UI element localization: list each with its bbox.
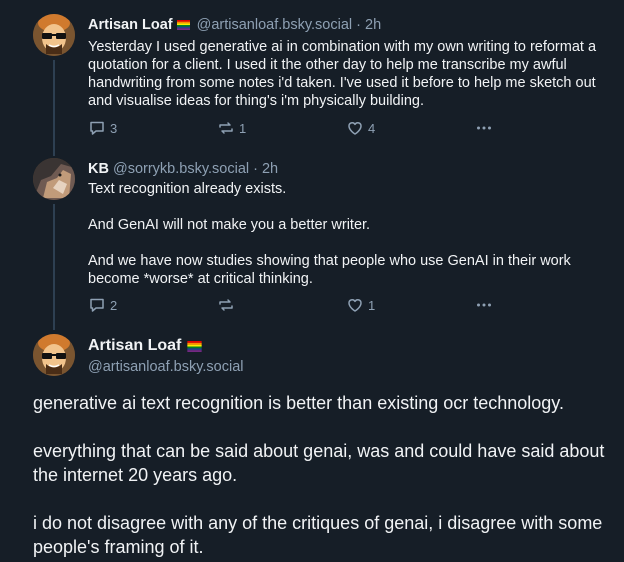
more-options-button[interactable]: [475, 119, 493, 137]
reply-button[interactable]: 2: [88, 296, 117, 314]
post-paragraph: i do not disagree with any of the critiq…: [33, 513, 603, 557]
post-header: Artisan Loaf @artisanloaf.bsky.social · …: [88, 16, 381, 34]
post-text: Text recognition already exists. And Gen…: [88, 180, 608, 288]
author-handle[interactable]: @artisanloaf.bsky.social: [88, 358, 244, 376]
author-name[interactable]: Artisan Loaf: [88, 17, 173, 33]
main-post-header: Artisan Loaf: [88, 336, 203, 356]
more-icon: [477, 126, 491, 130]
thread-line: [53, 60, 55, 156]
reply-count: 2: [110, 297, 118, 313]
like-icon: [348, 122, 362, 135]
repost-count: 1: [239, 120, 247, 136]
avatar[interactable]: [33, 14, 75, 56]
author-name[interactable]: KB: [88, 161, 109, 177]
post-paragraph: And we have now studies showing that peo…: [88, 253, 571, 287]
like-icon: [348, 299, 362, 312]
post-actions: 3 1 4: [88, 119, 608, 137]
more-icon: [477, 303, 491, 307]
reply-icon: [90, 298, 104, 312]
reply-icon: [90, 121, 104, 135]
post-time[interactable]: · 2h: [356, 17, 381, 33]
thread-line: [53, 204, 55, 330]
like-button[interactable]: 4: [346, 119, 375, 137]
post-time[interactable]: · 2h: [253, 161, 278, 177]
pride-flag-icon: [176, 20, 190, 30]
more-options-button[interactable]: [475, 296, 493, 314]
avatar-image: [33, 14, 75, 56]
post-text: generative ai text recognition is better…: [33, 391, 613, 559]
reply-button[interactable]: 3: [88, 119, 117, 137]
author-handle[interactable]: @sorrykb.bsky.social: [113, 161, 249, 177]
repost-icon: [219, 299, 233, 311]
post-actions: 2 1: [88, 296, 608, 314]
author-handle[interactable]: @artisanloaf.bsky.social: [197, 17, 353, 33]
reply-count: 3: [110, 120, 118, 136]
post-paragraph: Text recognition already exists.: [88, 181, 287, 197]
repost-button[interactable]: 1: [217, 119, 246, 137]
post-paragraph: Yesterday I used generative ai in combin…: [88, 39, 597, 109]
like-count: 1: [368, 297, 376, 313]
like-button[interactable]: 1: [346, 296, 375, 314]
like-count: 4: [368, 120, 376, 136]
avatar-image: [33, 158, 75, 200]
post-paragraph: everything that can be said about genai,…: [33, 441, 605, 485]
post-header: KB @sorrykb.bsky.social · 2h: [88, 160, 278, 178]
post-text: Yesterday I used generative ai in combin…: [88, 38, 608, 110]
repost-button[interactable]: [217, 296, 239, 314]
avatar[interactable]: [33, 158, 75, 200]
avatar[interactable]: [33, 334, 75, 376]
repost-icon: [219, 122, 233, 134]
avatar-image: [33, 334, 75, 376]
pride-flag-icon: [187, 341, 202, 352]
post-paragraph: And GenAI will not make you a better wri…: [88, 217, 371, 233]
author-name[interactable]: Artisan Loaf: [88, 337, 181, 354]
post-paragraph: generative ai text recognition is better…: [33, 393, 564, 413]
